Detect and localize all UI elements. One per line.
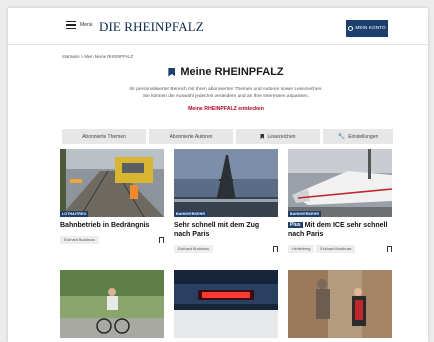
- plus-badge: Plus: [288, 222, 303, 229]
- article-meta: Heidelberg Eckhard Buddruss: [288, 244, 392, 254]
- category-tag: BAHNVERKEHR: [174, 210, 208, 217]
- article-card[interactable]: [174, 270, 278, 338]
- eiffel-tower-image: [174, 149, 278, 217]
- article-image[interactable]: [174, 270, 278, 338]
- article-image[interactable]: LOTHAITREO: [60, 149, 164, 217]
- my-account-button[interactable]: MEIN KONTO: [346, 20, 388, 37]
- author-chip[interactable]: Eckhard Buddruss: [316, 244, 356, 253]
- article-image[interactable]: [60, 270, 164, 338]
- tab-settings[interactable]: 🔧 Einstellungen: [323, 129, 393, 144]
- wrench-icon: 🔧: [337, 134, 346, 140]
- article-card[interactable]: [60, 270, 164, 338]
- author-chip[interactable]: Eckhard Buddruss: [174, 244, 214, 253]
- bookmark-icon[interactable]: [159, 236, 164, 245]
- user-icon: [348, 26, 354, 31]
- article-image[interactable]: [288, 270, 392, 338]
- article-card[interactable]: BAHNVERKEHR Sehr schnell mit dem Zug nac…: [174, 149, 278, 254]
- bookmark-icon: [260, 134, 265, 139]
- article-card[interactable]: LOTHAITREO Bahnbetrieb in Bedrängnis Eck…: [60, 149, 164, 245]
- bookmark-icon: [168, 67, 176, 77]
- police-car-image: [174, 270, 278, 338]
- cyclist-image: [60, 270, 164, 338]
- article-title[interactable]: Sehr schnell mit dem Zug nach Paris: [174, 222, 278, 240]
- page-title: Meine RHEINPFALZ: [62, 66, 390, 78]
- tab-label: Abonnierte Themen: [82, 133, 126, 140]
- bookmark-icon[interactable]: [273, 245, 278, 254]
- site-header: Menü DIE RHEINPFALZ MEIN KONTO: [8, 8, 428, 45]
- location-chip[interactable]: Heidelberg: [288, 244, 315, 253]
- article-title[interactable]: Plus Mit dem ICE sehr schnell nach Paris: [288, 222, 392, 240]
- hero-desc-line2: Sie können die Auswahl jederzeit verände…: [142, 94, 310, 100]
- ice-train-image: [288, 149, 392, 217]
- article-card[interactable]: [288, 270, 392, 338]
- tab-label: Abonnierte Autoren: [169, 133, 213, 140]
- railway-construction-image: [60, 149, 164, 217]
- hero-description: Ihr personalisierter Bereich mit Ihren a…: [62, 86, 390, 100]
- article-image[interactable]: BAHNVERKEHR: [174, 149, 278, 217]
- statue-people-image: [288, 270, 392, 338]
- account-label: MEIN KONTO: [355, 26, 386, 31]
- bookmark-icon[interactable]: [387, 245, 392, 254]
- tab-subscribed-topics[interactable]: Abonnierte Themen: [62, 129, 146, 144]
- tab-subscribed-authors[interactable]: Abonnierte Autoren: [149, 129, 233, 144]
- tab-bookmarks[interactable]: Lesezeichen: [236, 129, 320, 144]
- page-frame: Menü DIE RHEINPFALZ MEIN KONTO Startseit…: [8, 8, 428, 342]
- author-chip[interactable]: Eckhard Buddruss: [60, 235, 100, 244]
- hamburger-icon: [66, 21, 76, 29]
- category-tag: BAHNVERKEHR: [288, 210, 322, 217]
- site-logo[interactable]: DIE RHEINPFALZ: [99, 19, 204, 35]
- category-tag: LOTHAITREO: [60, 210, 89, 217]
- tab-label: Einstellungen: [348, 133, 379, 140]
- menu-button[interactable]: Menü: [66, 21, 93, 29]
- breadcrumb[interactable]: Startseite > Mein Meine RHEINPFALZ: [62, 54, 133, 59]
- menu-label: Menü: [80, 22, 93, 28]
- discover-link[interactable]: Meine RHEINPFALZ entdecken: [62, 106, 390, 112]
- tab-label: Lesezeichen: [267, 133, 296, 140]
- page-title-text: Meine RHEINPFALZ: [180, 66, 284, 78]
- hero-desc-line1: Ihr personalisierter Bereich mit Ihren a…: [129, 87, 323, 92]
- article-title-text: Mit dem ICE sehr schnell nach Paris: [288, 222, 388, 238]
- article-title[interactable]: Bahnbetrieb in Bedrängnis: [60, 222, 164, 231]
- article-meta: Eckhard Buddruss: [60, 235, 164, 245]
- article-image[interactable]: BAHNVERKEHR: [288, 149, 392, 217]
- article-card[interactable]: BAHNVERKEHR Plus Mit dem ICE sehr schnell…: [288, 149, 392, 254]
- article-meta: Eckhard Buddruss: [174, 244, 278, 254]
- hero-section: Meine RHEINPFALZ Ihr personalisierter Be…: [62, 66, 390, 112]
